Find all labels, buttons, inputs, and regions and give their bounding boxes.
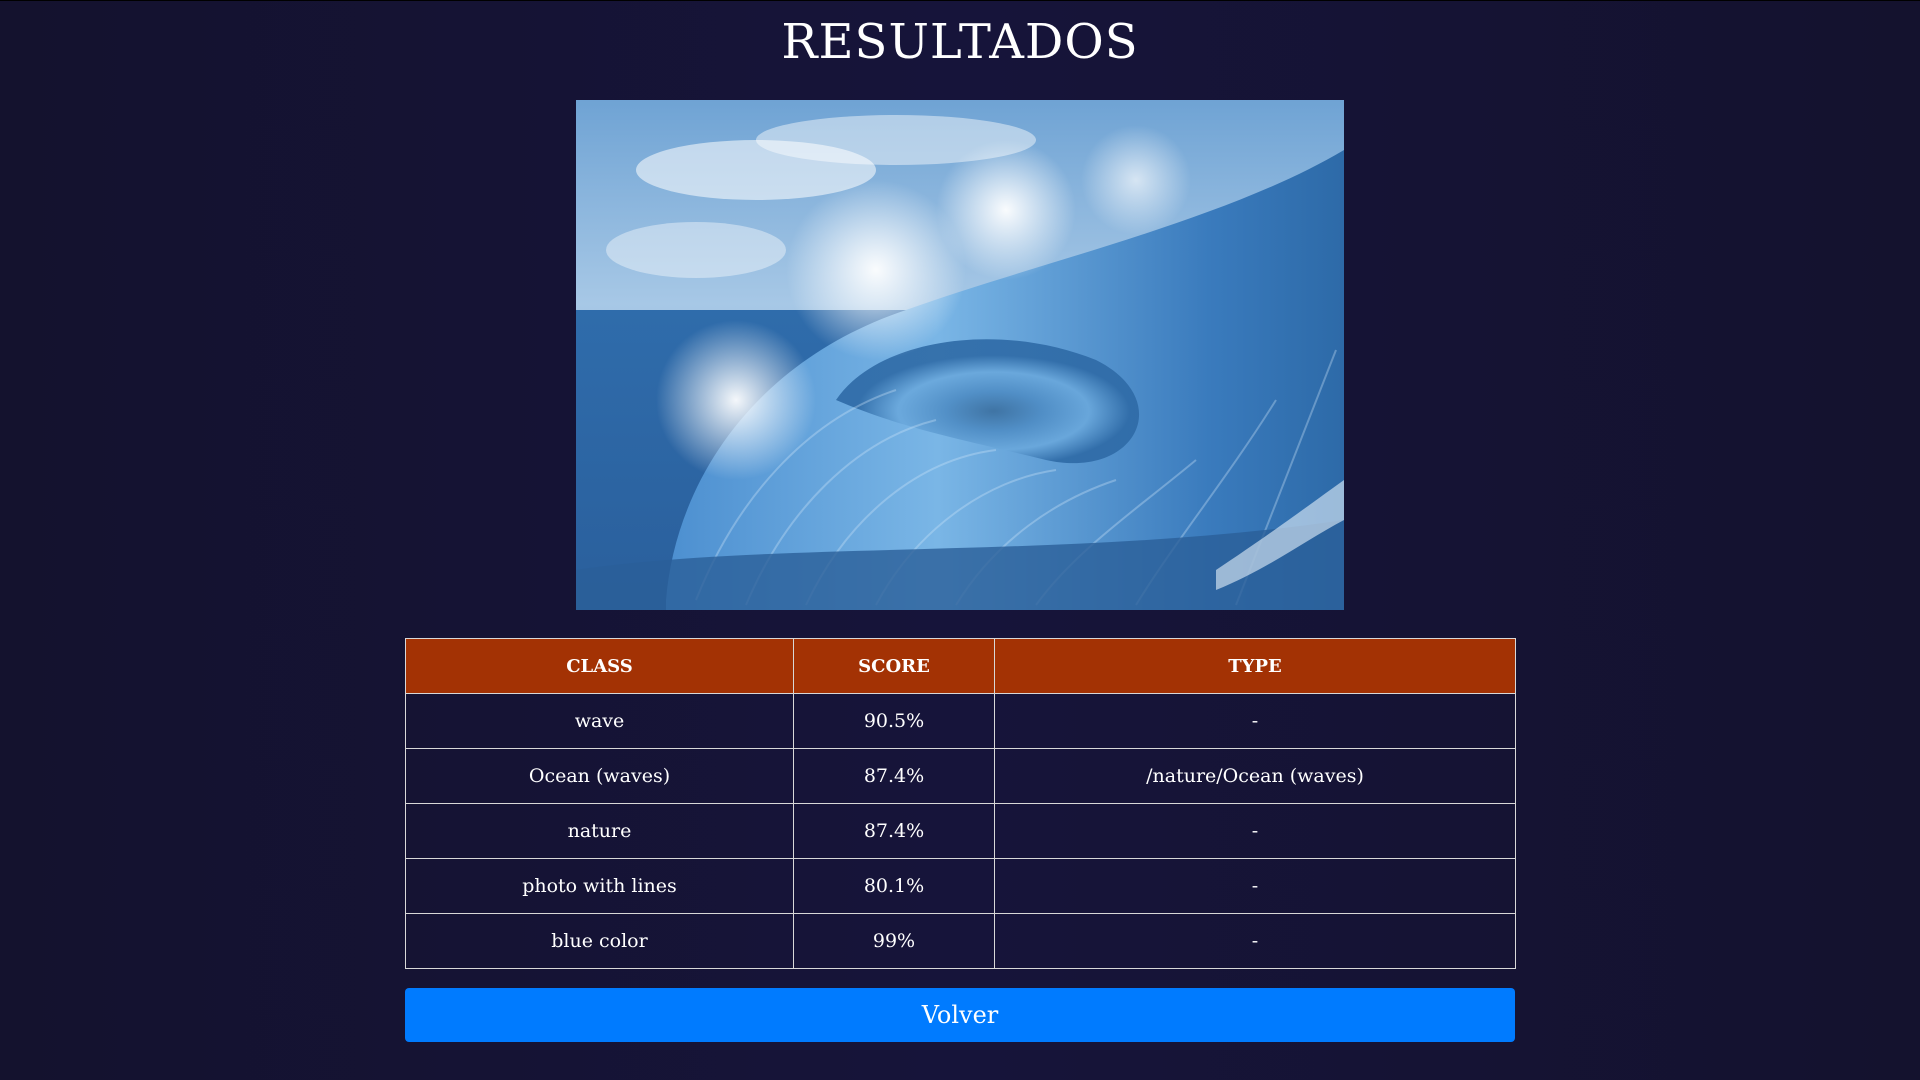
cell-score: 99% bbox=[793, 913, 995, 969]
cell-type: - bbox=[994, 858, 1516, 914]
header-class: CLASS bbox=[405, 638, 794, 694]
cell-type: /nature/Ocean (waves) bbox=[994, 748, 1516, 804]
cell-class: photo with lines bbox=[405, 858, 794, 914]
cell-class: blue color bbox=[405, 913, 794, 969]
wave-photo bbox=[576, 100, 1344, 610]
cell-score: 87.4% bbox=[793, 803, 995, 859]
cell-score: 80.1% bbox=[793, 858, 995, 914]
cell-class: Ocean (waves) bbox=[405, 748, 794, 804]
cell-type: - bbox=[994, 913, 1516, 969]
cell-class: wave bbox=[405, 693, 794, 749]
table-header-row: CLASS SCORE TYPE bbox=[405, 638, 1516, 694]
table-row: Ocean (waves) 87.4% /nature/Ocean (waves… bbox=[405, 748, 1516, 804]
cell-score: 90.5% bbox=[793, 693, 995, 749]
results-table: CLASS SCORE TYPE wave 90.5% - Ocean (wav… bbox=[405, 638, 1516, 969]
cell-type: - bbox=[994, 803, 1516, 859]
result-image bbox=[576, 100, 1344, 610]
back-button[interactable]: Volver bbox=[405, 988, 1515, 1042]
cell-score: 87.4% bbox=[793, 748, 995, 804]
cell-class: nature bbox=[405, 803, 794, 859]
top-border bbox=[0, 0, 1920, 1]
page-title: RESULTADOS bbox=[781, 14, 1139, 70]
header-type: TYPE bbox=[994, 638, 1516, 694]
cell-type: - bbox=[994, 693, 1516, 749]
table-row: wave 90.5% - bbox=[405, 693, 1516, 749]
table-row: nature 87.4% - bbox=[405, 803, 1516, 859]
table-row: blue color 99% - bbox=[405, 913, 1516, 969]
header-score: SCORE bbox=[793, 638, 995, 694]
table-row: photo with lines 80.1% - bbox=[405, 858, 1516, 914]
